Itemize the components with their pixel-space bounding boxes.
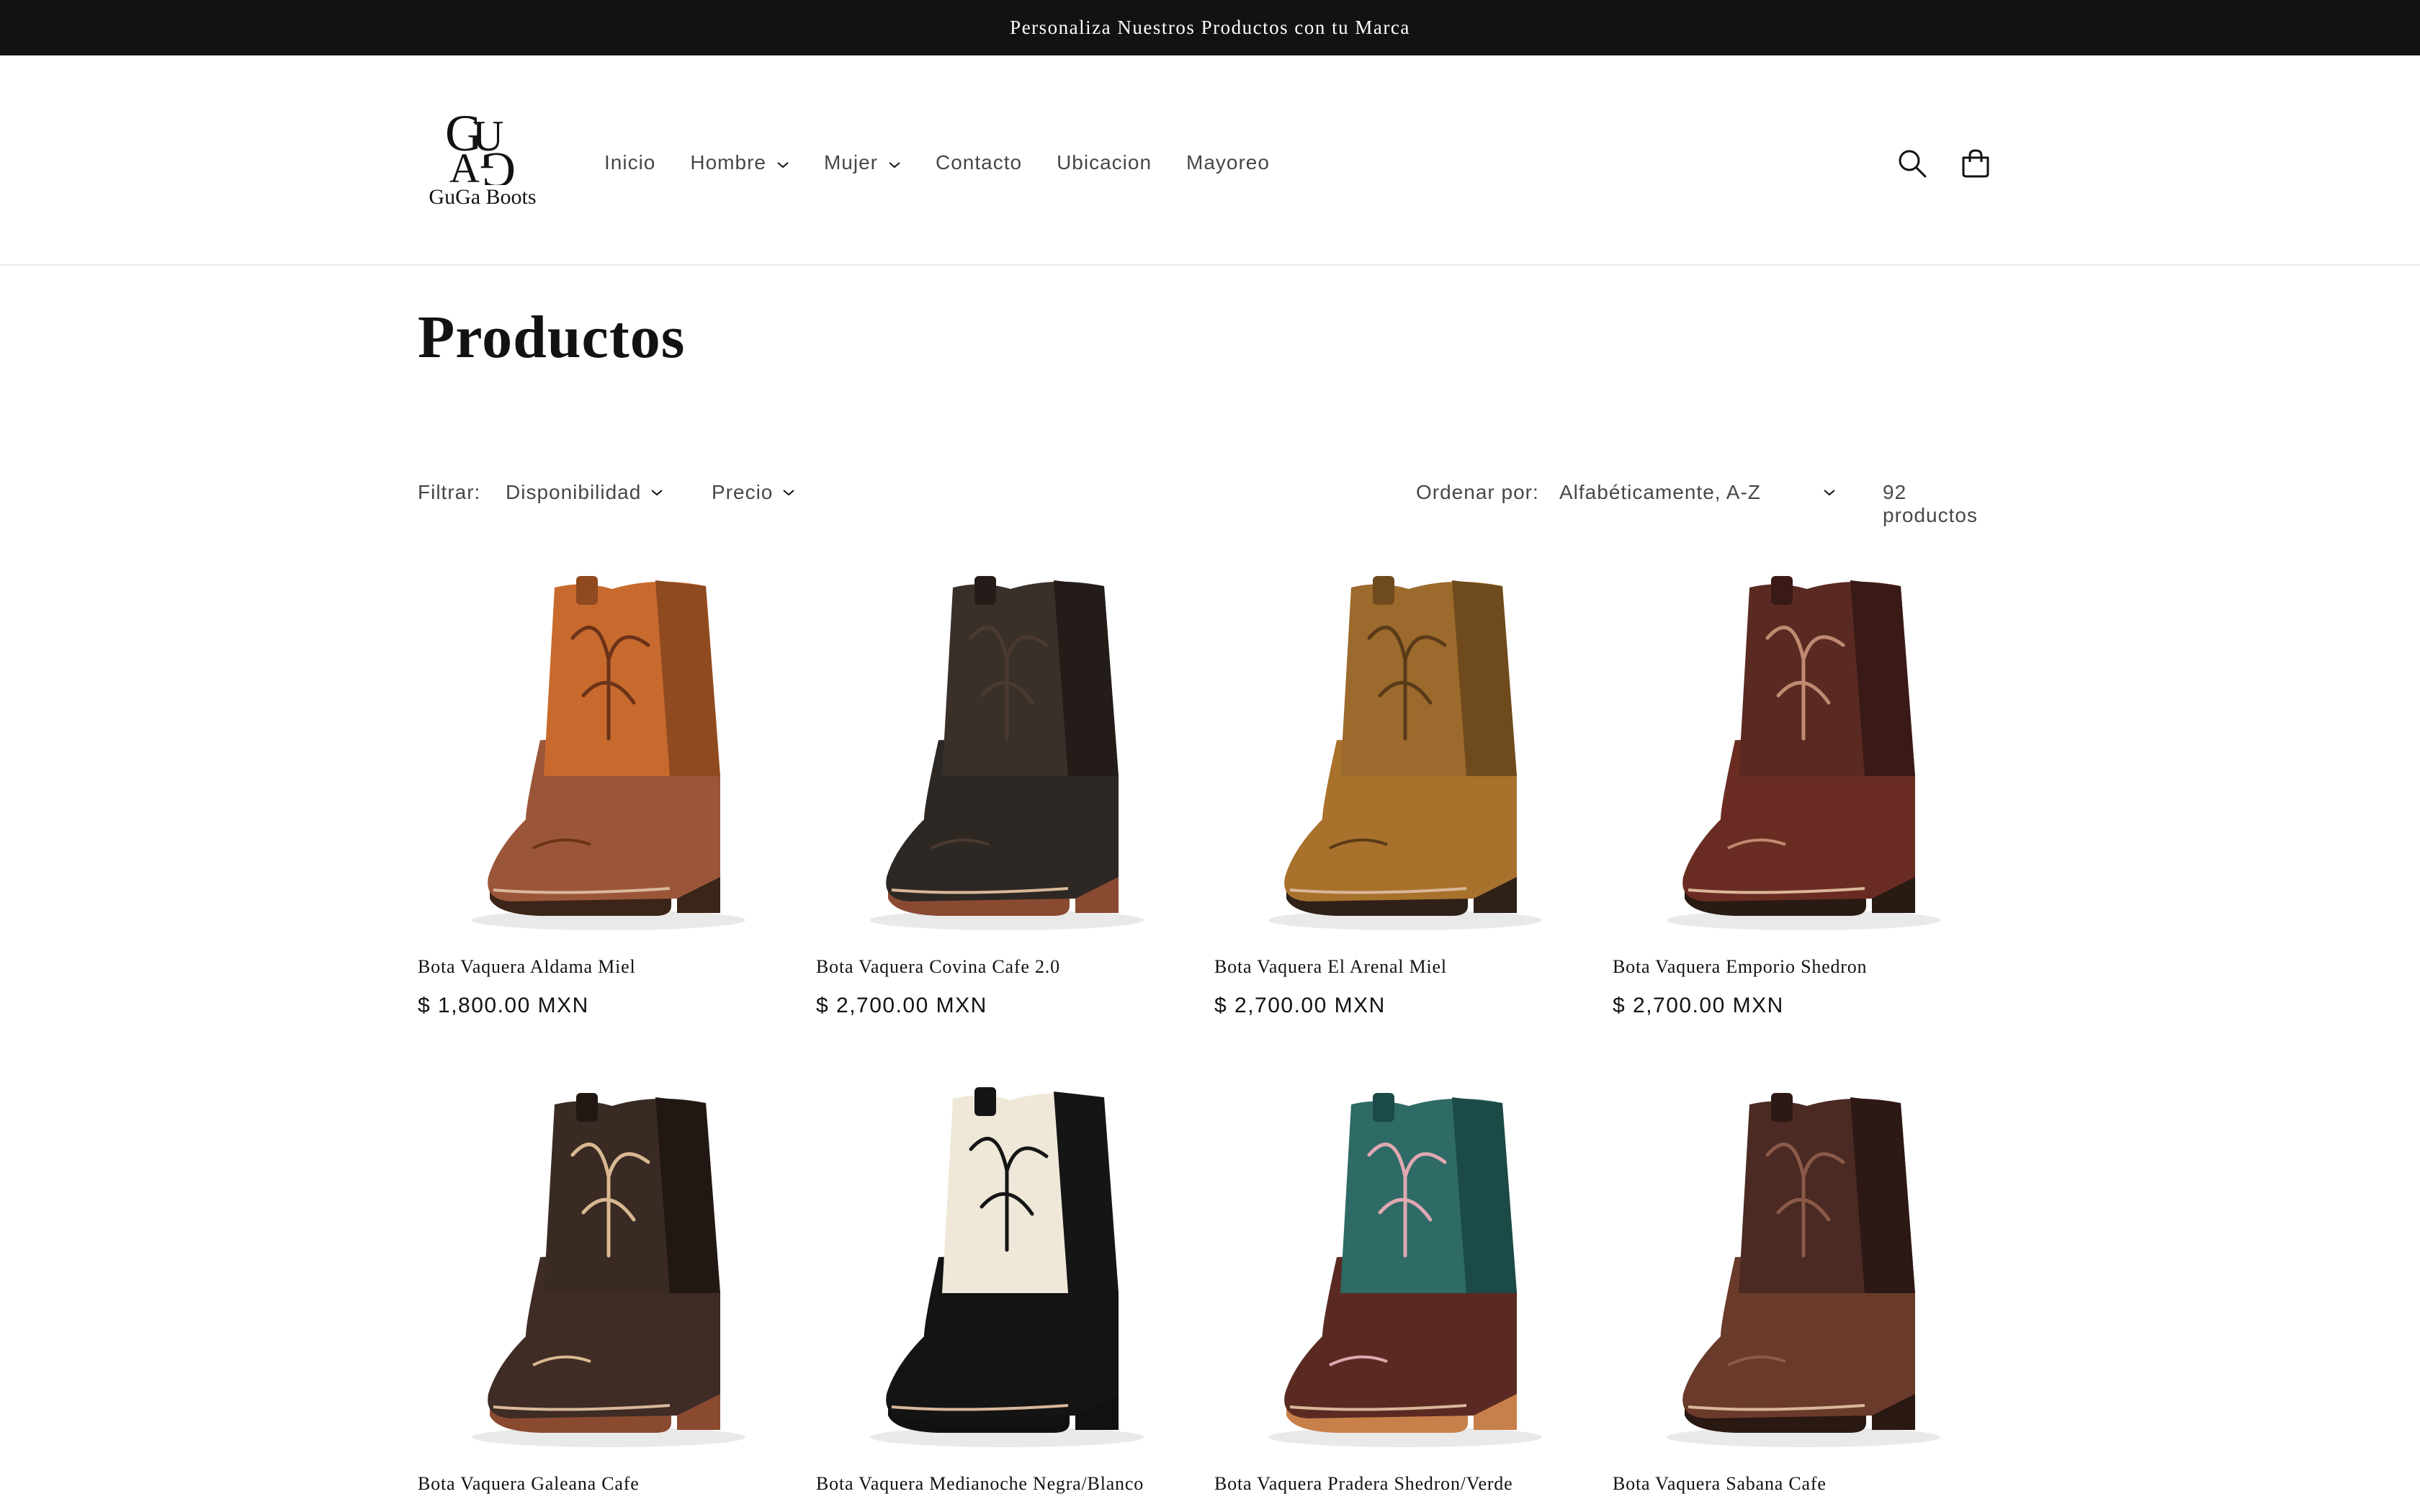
product-title[interactable]: Bota Vaquera Emporio Shedron: [1613, 956, 1994, 978]
announcement-text: Personaliza Nuestros Productos con tu Ma…: [1010, 17, 1410, 38]
filter-label: Filtrar:: [418, 481, 481, 503]
product-count: 92 productos: [1883, 481, 1978, 526]
search-icon[interactable]: [1891, 142, 1934, 185]
chevron-down-icon: [651, 490, 663, 496]
nav-item-contacto[interactable]: Contacto: [936, 151, 1022, 174]
nav-item-ubicacion[interactable]: Ubicacion: [1057, 151, 1152, 174]
product-title[interactable]: Bota Vaquera Aldama Miel: [418, 956, 799, 978]
filter-availability[interactable]: Disponibilidad: [506, 481, 664, 504]
nav-item-label: Mujer: [823, 151, 878, 174]
filter-price-label: Precio: [712, 481, 774, 503]
boot-image: [472, 576, 745, 930]
product-image[interactable]: [1613, 560, 1994, 942]
chevron-down-icon: [1824, 490, 1835, 496]
filter-availability-label: Disponibilidad: [506, 481, 642, 503]
filter-price[interactable]: Precio: [712, 481, 796, 504]
boot-image: [870, 1087, 1144, 1447]
product-card[interactable]: Bota Vaquera Pradera Shedron/Verde$ 2,70…: [1214, 1077, 1596, 1512]
chevron-down-icon: [888, 151, 901, 174]
product-image[interactable]: [418, 1077, 799, 1459]
nav-item-label: Mayoreo: [1186, 151, 1270, 174]
announcement-bar: Personaliza Nuestros Productos con tu Ma…: [0, 0, 2420, 55]
product-image[interactable]: [418, 560, 799, 942]
boot-image: [1667, 1093, 1940, 1447]
boot-image: [1268, 1093, 1542, 1447]
product-title[interactable]: Bota Vaquera El Arenal Miel: [1214, 956, 1596, 978]
product-image[interactable]: [816, 1077, 1198, 1459]
sort-value: Alfabéticamente, A-Z: [1559, 481, 1761, 503]
boot-image: [870, 576, 1144, 930]
svg-text:G: G: [479, 142, 516, 185]
site-logo[interactable]: G U A G GuGa Boots: [418, 104, 547, 214]
product-card[interactable]: Bota Vaquera Emporio Shedron $ 2,700.00 M…: [1613, 560, 1994, 1018]
product-image[interactable]: [1214, 1077, 1596, 1459]
boot-image: [1667, 576, 1940, 930]
product-price: $ 2,700.00 MXN: [1613, 994, 1784, 1017]
nav-item-label: Contacto: [935, 151, 1023, 174]
svg-text:A: A: [449, 145, 480, 185]
product-card[interactable]: Bota Vaquera Sabana Cafe$ 2,700.00 MXN: [1613, 1077, 1994, 1512]
nav-item-mujer[interactable]: Mujer: [824, 151, 901, 174]
product-image[interactable]: [816, 560, 1198, 942]
product-title[interactable]: Bota Vaquera Galeana Cafe: [418, 1473, 799, 1495]
logo-text: GuGa Boots: [429, 185, 537, 209]
product-price: $ 2,700.00 MXN: [1214, 994, 1386, 1017]
boot-image: [472, 1093, 745, 1447]
cart-icon[interactable]: [1954, 142, 1997, 185]
product-image[interactable]: [1214, 560, 1596, 942]
product-card[interactable]: Bota Vaquera Galeana Cafe$ 1,800.00 MXN: [418, 1077, 799, 1512]
sort-select[interactable]: Alfabéticamente, A-Z: [1559, 481, 1837, 504]
product-price: $ 1,800.00 MXN: [418, 994, 589, 1017]
product-card[interactable]: Bota Vaquera Aldama Miel $ 1,800.00 MXN: [418, 560, 799, 1018]
nav-item-label: Ubicacion: [1057, 151, 1152, 174]
page-title: Productos: [418, 304, 686, 371]
facet-bar: Filtrar: Disponibilidad Precio Ordenar p…: [418, 475, 2002, 526]
boot-image: [1268, 576, 1542, 930]
nav-item-inicio[interactable]: Inicio: [604, 151, 655, 174]
nav-item-label: Inicio: [604, 151, 656, 174]
product-card[interactable]: Bota Vaquera El Arenal Miel $ 2,700.00 MX…: [1214, 560, 1596, 1018]
nav-item-label: Hombre: [690, 151, 766, 174]
sort-label: Ordenar por:: [1416, 481, 1539, 503]
logo-monogram: G U A G: [445, 104, 516, 197]
product-title[interactable]: Bota Vaquera Covina Cafe 2.0: [816, 956, 1198, 978]
chevron-down-icon: [783, 490, 795, 496]
product-title[interactable]: Bota Vaquera Sabana Cafe: [1613, 1473, 1994, 1495]
site-header: G U A G GuGa Boots Inicio Hombre Mujer Cont…: [0, 55, 2420, 266]
product-title[interactable]: Bota Vaquera Medianoche Negra/Blanco: [816, 1473, 1198, 1495]
chevron-down-icon: [776, 151, 789, 174]
nav-item-mayoreo[interactable]: Mayoreo: [1186, 151, 1270, 174]
product-title[interactable]: Bota Vaquera Pradera Shedron/Verde: [1214, 1473, 1596, 1495]
product-price: $ 2,700.00 MXN: [816, 994, 987, 1017]
product-image[interactable]: [1613, 1077, 1994, 1459]
nav-item-hombre[interactable]: Hombre: [690, 151, 789, 174]
product-card[interactable]: Bota Vaquera Medianoche Negra/Blanco$ 2,…: [816, 1077, 1198, 1512]
product-card[interactable]: Bota Vaquera Covina Cafe 2.0 $ 2,700.00 M…: [816, 560, 1198, 1018]
main-nav: Inicio Hombre Mujer Contacto Ubicacion Mayore…: [587, 145, 1287, 181]
